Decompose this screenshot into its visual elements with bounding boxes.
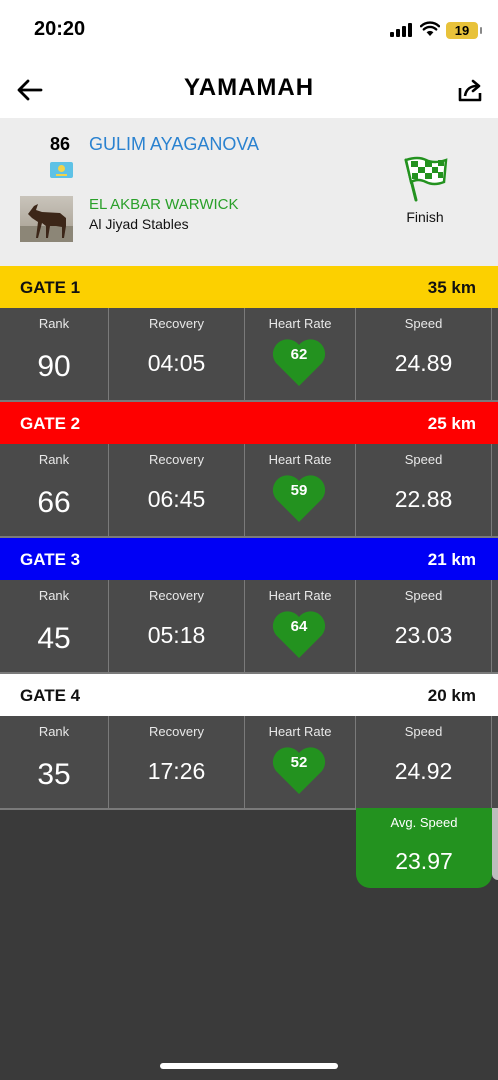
rank-value: 90 [37, 350, 71, 383]
heart-rate-label: Heart Rate [268, 724, 332, 739]
heart-rate-value: 64 [290, 618, 308, 635]
recovery-value: 17:26 [147, 758, 206, 784]
kazakhstan-flag-icon [50, 162, 73, 178]
speed-cell: Speed 24.92 [356, 716, 492, 808]
speed-value: 22.88 [394, 486, 453, 512]
rank-value: 66 [37, 486, 71, 519]
recovery-label: Recovery [149, 588, 204, 603]
checkered-flag-icon [404, 156, 448, 202]
recovery-cell: Recovery 05:18 [109, 580, 245, 672]
bib-number: 86 [50, 134, 71, 154]
speed-cell: Speed 23.03 [356, 580, 492, 672]
heart-rate-label: Heart Rate [268, 316, 332, 331]
gate-header: GATE 1 35 km [0, 266, 498, 308]
rank-label: Rank [38, 724, 70, 739]
status-time: 20:20 [34, 18, 86, 40]
wifi-icon [420, 21, 440, 36]
horse-photo [20, 196, 73, 242]
finish-label: Finish [406, 209, 444, 225]
heart-rate-cell: Heart Rate 64 [245, 580, 356, 672]
recovery-value: 05:18 [147, 622, 206, 648]
home-indicator[interactable] [160, 1063, 338, 1069]
gate-header: GATE 3 21 km [0, 538, 498, 580]
speed-label: Speed [404, 724, 443, 739]
avg-speed-label: Avg. Speed [390, 815, 458, 830]
heart-rate-label: Heart Rate [268, 452, 332, 467]
recovery-label: Recovery [149, 316, 204, 331]
gate-stats-row: Rank 35 Recovery 17:26 Heart Rate 52 Spe… [0, 716, 498, 810]
rank-label: Rank [38, 316, 70, 331]
gate-distance: 20 km [427, 686, 476, 705]
gate-stats-row: Rank 45 Recovery 05:18 Heart Rate 64 Spe… [0, 580, 498, 674]
avg-speed-box: Avg. Speed 23.97 [356, 808, 492, 888]
heart-rate-value: 59 [290, 482, 308, 499]
recovery-cell: Recovery 06:45 [109, 444, 245, 536]
status-bar: 20:20 19 [0, 0, 498, 62]
speed-value: 24.89 [394, 350, 453, 376]
battery-icon: 19 [446, 22, 482, 39]
avg-speed-value: 23.97 [395, 848, 453, 874]
heart-rate-value: 52 [290, 754, 308, 771]
speed-value: 24.92 [394, 758, 453, 784]
rank-label: Rank [38, 452, 70, 467]
recovery-label: Recovery [149, 724, 204, 739]
gate-distance: 21 km [427, 550, 476, 569]
rank-label: Rank [38, 588, 70, 603]
rider-name[interactable]: GULIM AYAGANOVA [89, 134, 259, 155]
page-title: YAMAMAH [183, 74, 315, 101]
recovery-value: 06:45 [147, 486, 206, 512]
stable-name: Al Jiyad Stables [89, 216, 189, 232]
gate-distance: 25 km [427, 414, 476, 433]
share-icon[interactable] [456, 76, 484, 104]
rank-cell: Rank 35 [0, 716, 109, 808]
gate-stats-row: Rank 66 Recovery 06:45 Heart Rate 59 Spe… [0, 444, 498, 538]
gate-name: GATE 3 [20, 550, 81, 569]
recovery-value: 04:05 [147, 350, 206, 376]
gate-header: GATE 2 25 km [0, 402, 498, 444]
recovery-label: Recovery [149, 452, 204, 467]
rank-cell: Rank 90 [0, 308, 109, 400]
gate-stats-row: Rank 90 Recovery 04:05 Heart Rate 62 Spe… [0, 308, 498, 402]
gate-distance: 35 km [427, 278, 476, 297]
horse-name[interactable]: EL AKBAR WARWICK [89, 196, 238, 213]
horizontal-scroll-edge[interactable] [492, 808, 498, 880]
heart-rate-cell: Heart Rate 59 [245, 444, 356, 536]
rank-value: 35 [37, 758, 71, 791]
heart-rate-value: 62 [290, 346, 308, 363]
cellular-signal-icon [390, 23, 414, 37]
rank-cell: Rank 66 [0, 444, 109, 536]
speed-value: 23.03 [394, 622, 453, 648]
nav-bar: YAMAMAH [0, 62, 498, 118]
speed-label: Speed [404, 316, 443, 331]
recovery-cell: Recovery 17:26 [109, 716, 245, 808]
gate-name: GATE 2 [20, 414, 81, 433]
gate-name: GATE 1 [20, 278, 81, 297]
heart-rate-cell: Heart Rate 62 [245, 308, 356, 400]
recovery-cell: Recovery 04:05 [109, 308, 245, 400]
speed-cell: Speed 22.88 [356, 444, 492, 536]
gate-header: GATE 4 20 km [0, 674, 498, 716]
gate-name: GATE 4 [20, 686, 81, 705]
heart-rate-label: Heart Rate [268, 588, 332, 603]
speed-cell: Speed 24.89 [356, 308, 492, 400]
speed-label: Speed [404, 452, 443, 467]
heart-rate-cell: Heart Rate 52 [245, 716, 356, 808]
rank-cell: Rank 45 [0, 580, 109, 672]
rider-panel: 86 GULIM AYAGANOVA EL AKBAR WARWICK Al J… [0, 118, 498, 266]
speed-label: Speed [404, 588, 443, 603]
rank-value: 45 [37, 622, 71, 655]
